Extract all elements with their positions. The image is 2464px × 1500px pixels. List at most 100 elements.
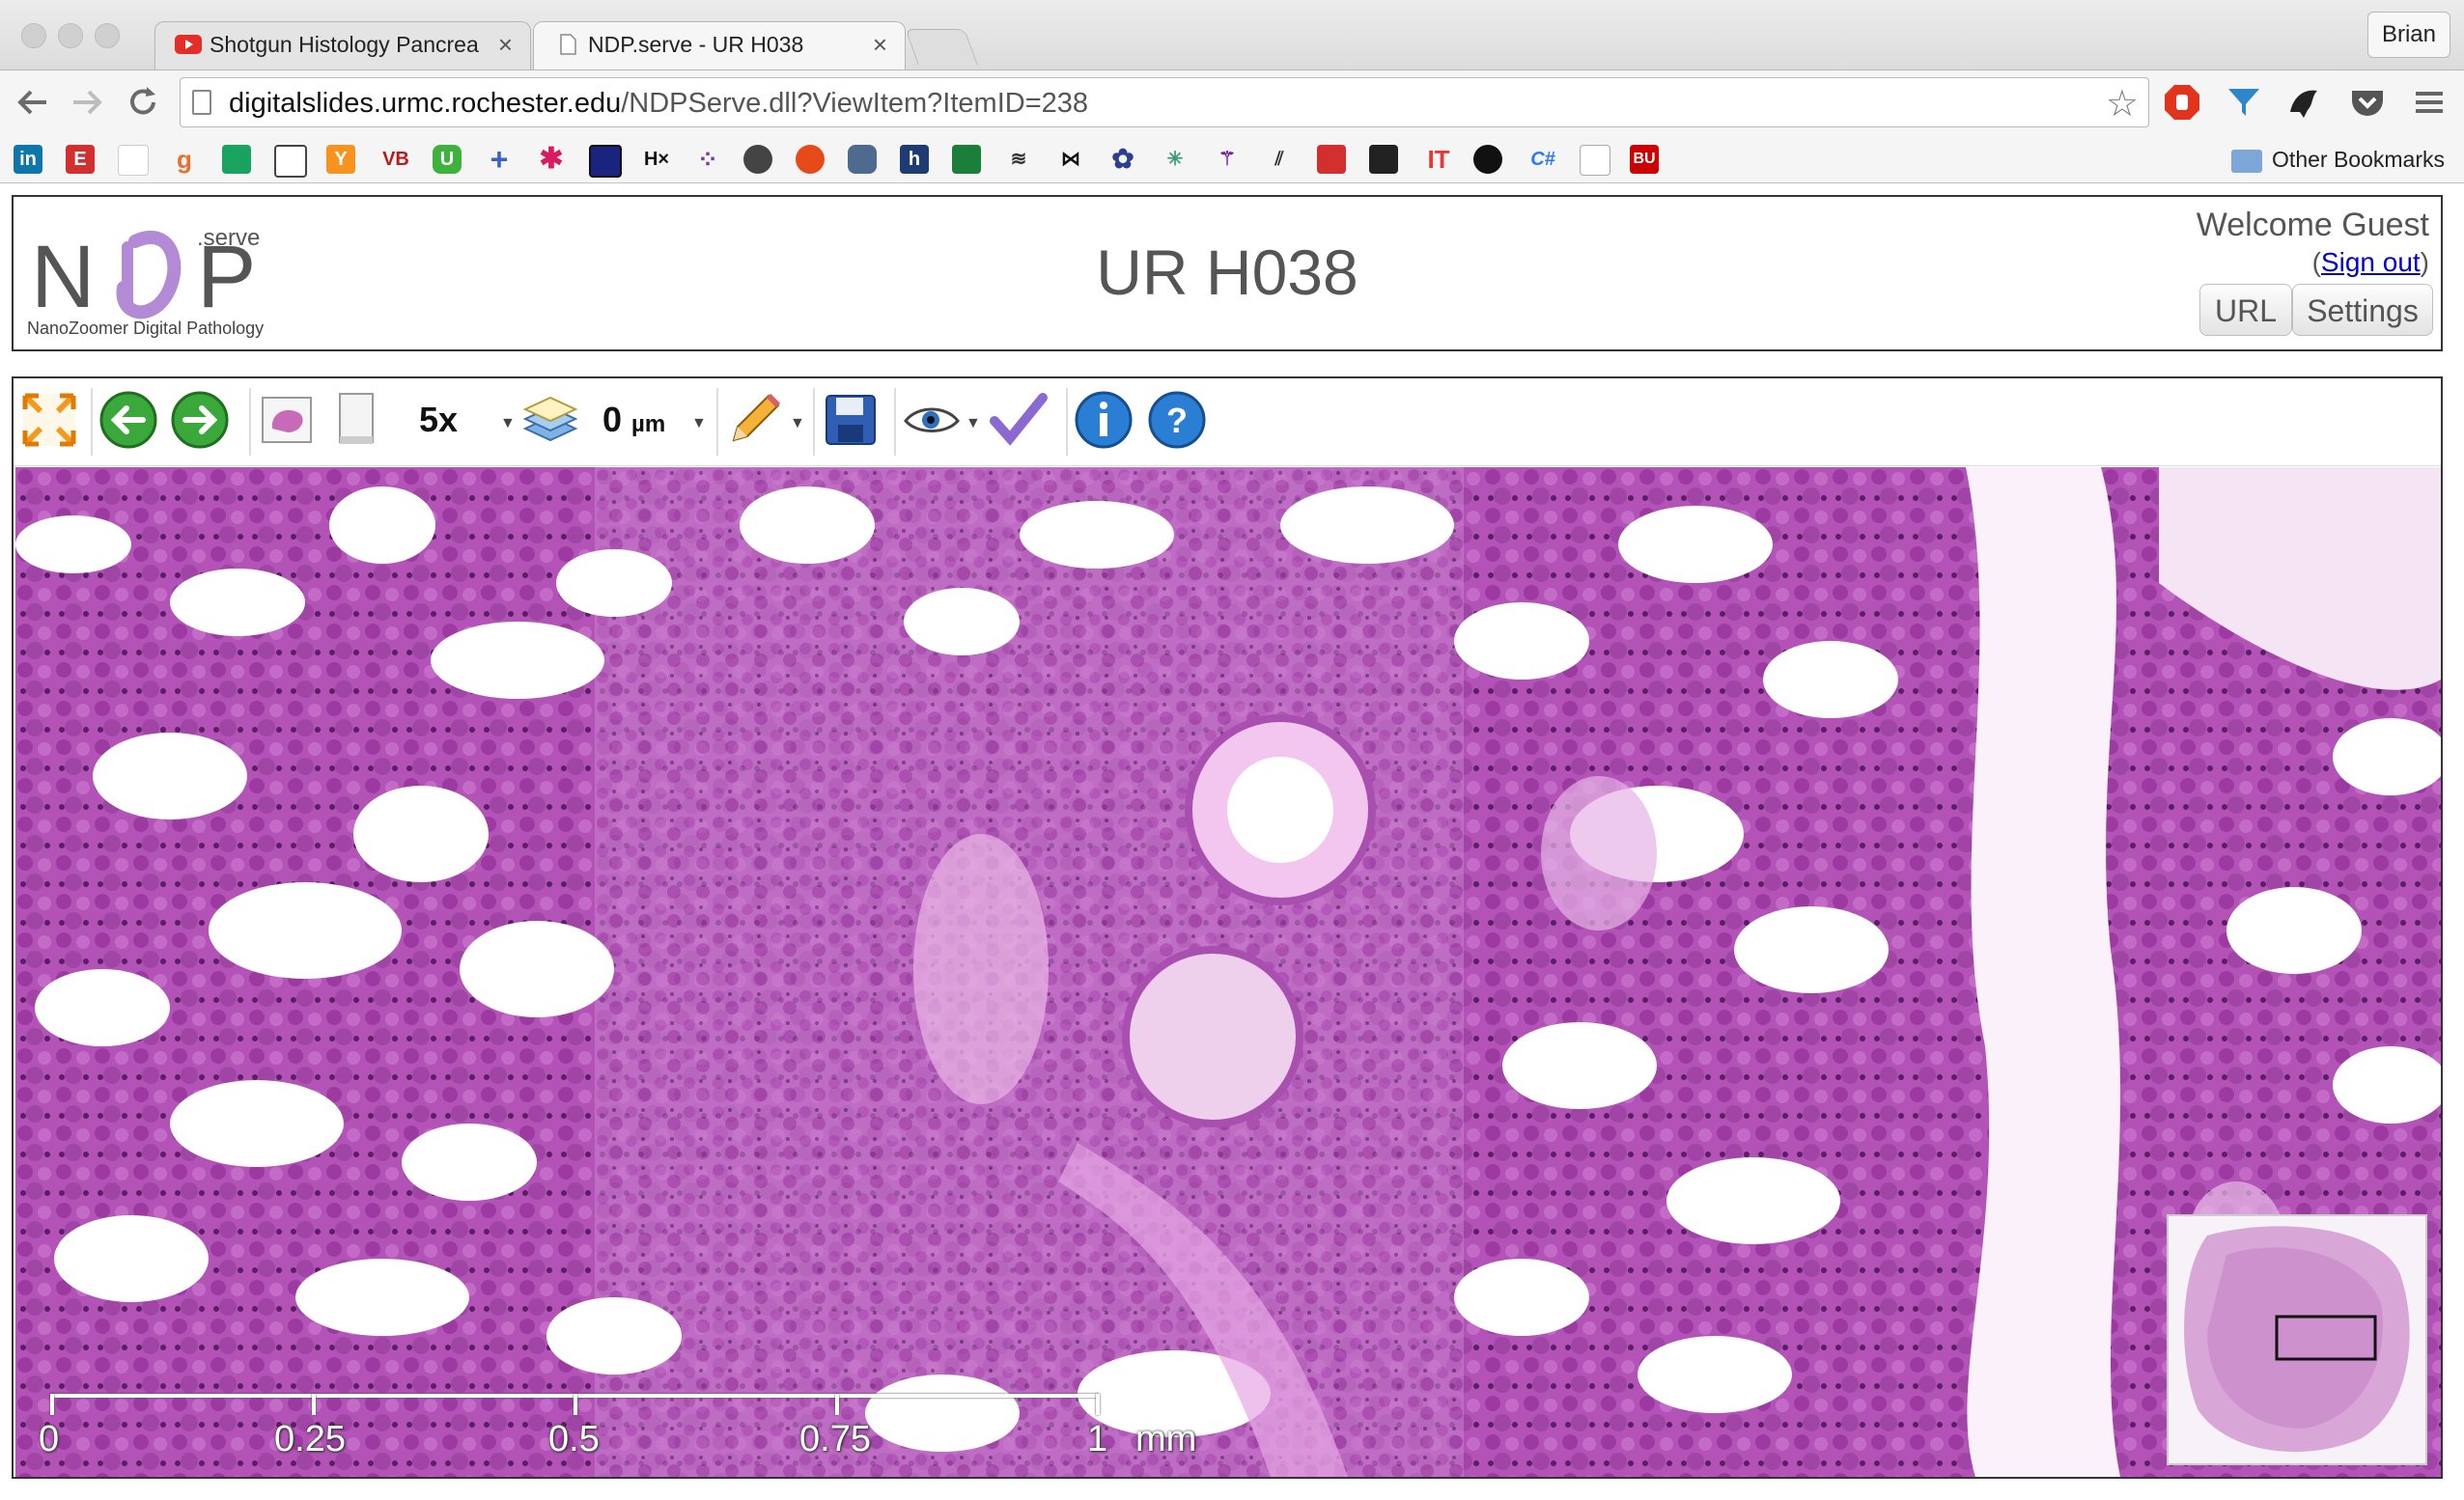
other-bookmarks-folder[interactable]: Other Bookmarks [2231,145,2445,174]
forward-arrow-icon[interactable] [170,390,230,450]
adblock-icon[interactable] [2163,83,2201,122]
back-icon[interactable] [14,83,52,122]
view-dropdown-icon[interactable]: ▼ [966,415,981,432]
it-bookmark-icon[interactable]: IT [1419,145,1458,174]
puzzle-bookmark-icon[interactable]: ✿ [1108,145,1137,174]
address-bar[interactable]: digitalslides.urmc.rochester.edu/NDPServ… [180,77,2149,127]
youtube-icon [175,35,202,54]
magnification-value[interactable]: 5x [419,400,458,440]
chart-bookmark-icon[interactable] [952,145,981,174]
scale-bar: 0 0.25 0.5 0.75 1 mm [35,1394,1232,1471]
pinwheel-bookmark-icon[interactable]: ✱ [537,145,566,174]
bookmark-stripes-icon[interactable] [118,145,149,176]
info-icon[interactable] [1074,390,1134,450]
h-bookmark-icon[interactable]: h [900,145,929,174]
scale-label: 1 [1087,1419,1108,1459]
database-bookmark-icon[interactable] [848,145,877,174]
bu-bookmark-icon[interactable]: BU [1630,145,1659,174]
fit-to-screen-icon[interactable] [19,390,79,450]
slide-title: UR H038 [1096,236,1358,308]
tab-title: Shotgun Histology Pancrea [210,32,479,57]
annotate-dropdown-icon[interactable]: ▼ [790,415,805,432]
news-bookmark-icon[interactable] [274,145,307,178]
scale-label: 0.75 [799,1419,871,1459]
signout-line: (Sign out) [2311,247,2429,277]
scale-label: 0 [39,1419,60,1459]
tab-title: NDP.serve - UR H038 [588,32,804,57]
back-arrow-icon[interactable] [98,390,158,450]
focus-value[interactable]: 0 µm [602,400,665,440]
slide-thumbnail-icon[interactable] [257,390,317,450]
scale-unit: mm [1135,1419,1197,1459]
focus-dropdown-icon[interactable]: ▼ [691,415,707,432]
forward-icon[interactable] [68,83,106,122]
tissue-image[interactable]: 0 0.25 0.5 0.75 1 mm [15,467,2441,1477]
ndp-header: N P .serve NanoZoomer Digital Pathology … [12,195,2443,351]
apppress-bookmark-icon[interactable] [743,145,772,174]
tab-close-icon[interactable]: × [873,30,887,60]
network-bookmark-icon[interactable]: ✳ [1161,145,1190,174]
reload-icon[interactable] [124,83,162,122]
bird-extension-icon[interactable] [2284,83,2323,122]
annotate-pencil-icon[interactable] [724,390,784,450]
u-bookmark-icon[interactable]: U [433,145,462,174]
slide-viewer: 5x ▼ 0 µm ▼ ▼ ▼ ? 0 0.25 0.5 0.75 1 mm [12,376,2443,1479]
ycombinator-bookmark-icon[interactable]: Y [326,145,355,174]
tomato-bookmark-icon[interactable] [796,145,825,174]
viewer-toolbar: 5x ▼ 0 µm ▼ ▼ ▼ ? [14,378,2441,466]
settings-button[interactable]: Settings [2292,284,2433,336]
filter-extension-icon[interactable] [2225,83,2263,122]
welcome-text: Welcome Guest [2196,207,2429,243]
bookmark-red-icon[interactable]: E [66,145,95,174]
signout-link[interactable]: Sign out [2321,247,2421,277]
tab-youtube[interactable]: Shotgun Histology Pancrea × [154,21,531,69]
scale-label: 0.5 [548,1419,600,1459]
page-icon [560,34,576,55]
tab-ndp-serve[interactable]: NDP.serve - UR H038 × [533,21,906,69]
minimap-image [2184,1226,2410,1453]
circle-bookmark-icon[interactable] [1473,145,1502,174]
folder-icon [2231,149,2263,173]
url-button[interactable]: URL [2199,284,2292,336]
dots-bookmark-icon[interactable]: ⁘ [693,145,722,174]
new-tab-button[interactable] [905,29,978,65]
lines-bookmark-icon[interactable]: ⫽ [1265,145,1294,174]
bowtie-bookmark-icon[interactable]: ⋈ [1056,145,1085,174]
minimize-window-button[interactable] [58,23,83,48]
scale-label: 0.25 [274,1419,346,1459]
checkmark-icon[interactable] [989,390,1049,450]
zoom-window-button[interactable] [95,23,120,48]
page-info-icon[interactable] [192,90,211,115]
blank-page-bookmark-icon[interactable] [1580,145,1610,176]
overview-minimap[interactable] [2167,1214,2427,1465]
feather-bookmark-icon[interactable]: ⚚ [1213,145,1242,174]
dark-bookmark-icon[interactable] [1369,145,1398,174]
bookmark-green-icon[interactable] [222,145,251,174]
url-text[interactable]: digitalslides.urmc.rochester.edu/NDPServ… [229,88,1088,120]
histology-image [15,467,2441,1477]
svg-text:?: ? [1166,401,1188,440]
vb-bookmark-icon[interactable]: VB [377,145,415,174]
csharp-bookmark-icon[interactable]: C# [1524,145,1562,174]
slide-label-icon[interactable] [326,390,386,450]
hx-bookmark-icon[interactable]: H× [635,145,678,174]
magnification-dropdown-icon[interactable]: ▼ [500,415,516,432]
grid-bookmark-icon[interactable] [589,145,622,178]
waves-bookmark-icon[interactable]: ≋ [1004,145,1033,174]
pocket-icon[interactable] [2348,83,2387,122]
plus-bookmark-icon[interactable]: + [485,144,514,175]
save-disk-icon[interactable] [821,390,881,450]
barchart-bookmark-icon[interactable] [1317,145,1346,174]
menu-icon[interactable] [2410,83,2449,122]
browser-titlebar: Shotgun Histology Pancrea × NDP.serve - … [0,0,2464,70]
svg-text:NanoZoomer Digital Pathology: NanoZoomer Digital Pathology [27,319,264,338]
close-window-button[interactable] [21,23,46,48]
goodreads-bookmark-icon[interactable]: g [170,145,199,174]
bookmark-star-icon[interactable]: ☆ [2106,82,2139,125]
view-eye-icon[interactable] [902,390,962,450]
profile-button[interactable]: Brian [2366,12,2450,58]
linkedin-bookmark-icon[interactable]: in [14,145,42,174]
focus-layers-icon[interactable] [519,390,579,450]
help-icon[interactable]: ? [1147,390,1207,450]
tab-close-icon[interactable]: × [498,30,513,60]
